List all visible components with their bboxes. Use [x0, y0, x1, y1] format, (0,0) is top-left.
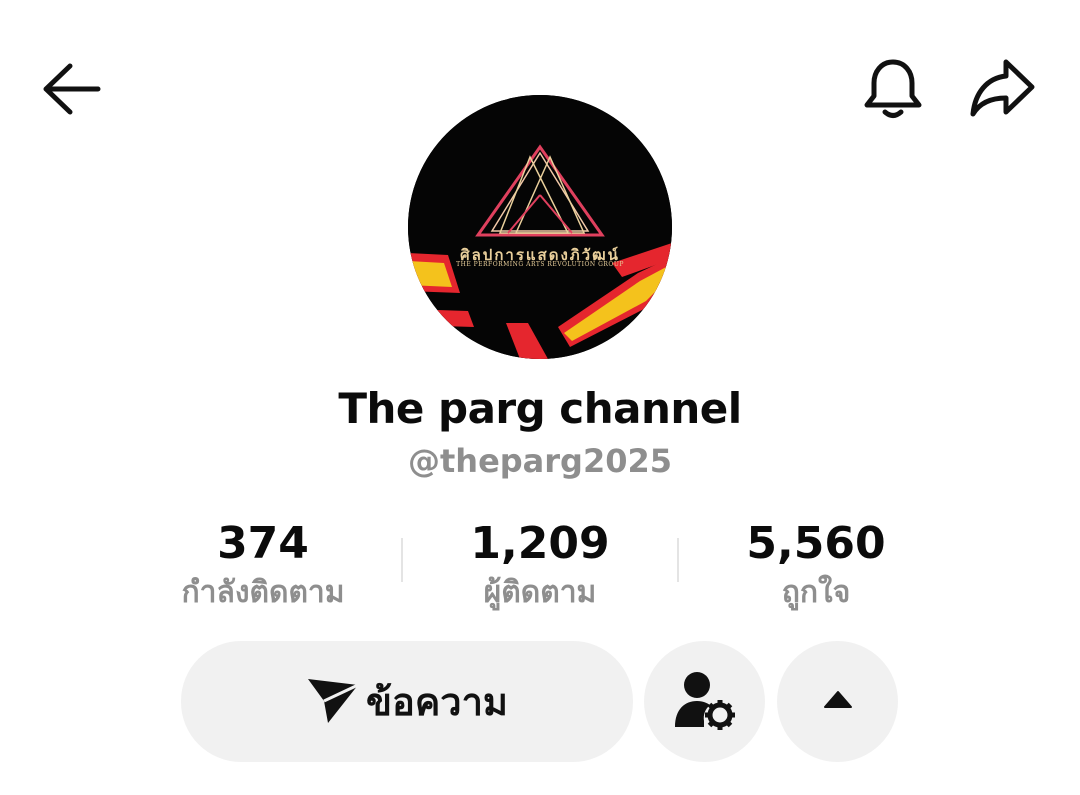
stat-divider: [401, 538, 403, 582]
message-button[interactable]: ข้อความ: [181, 641, 633, 762]
back-arrow-icon[interactable]: [40, 62, 104, 116]
followers-label: ผู้ติดตาม: [483, 575, 597, 610]
user-settings-icon: [673, 669, 737, 734]
username: @theparg2025: [407, 442, 673, 480]
display-name: The parg channel: [338, 384, 742, 433]
stat-likes[interactable]: 5,560 ถูกใจ: [686, 516, 946, 614]
bell-icon[interactable]: [862, 56, 924, 122]
likes-label: ถูกใจ: [781, 575, 851, 610]
profile-page: ศิลปการแสดงภิวัฒน์ THE PERFORMING ARTS R…: [0, 0, 1080, 795]
friend-settings-button[interactable]: [644, 641, 765, 762]
share-arrow-icon[interactable]: [968, 56, 1038, 118]
profile-avatar[interactable]: ศิลปการแสดงภิวัฒน์ THE PERFORMING ARTS R…: [408, 95, 672, 359]
following-label: กำลังติดตาม: [181, 575, 345, 610]
stat-divider: [677, 538, 679, 582]
stat-following[interactable]: 374 กำลังติดตาม: [133, 516, 393, 614]
caret-up-icon: [823, 690, 853, 713]
following-count: 374: [217, 518, 309, 569]
likes-count: 5,560: [746, 518, 886, 569]
followers-count: 1,209: [470, 518, 610, 569]
avatar-logo-graphic: [408, 95, 672, 359]
message-button-label: ข้อความ: [366, 680, 508, 724]
more-toggle-button[interactable]: [777, 641, 898, 762]
stat-followers[interactable]: 1,209 ผู้ติดตาม: [410, 516, 670, 614]
send-icon: [306, 675, 360, 728]
avatar-logo-english-text: THE PERFORMING ARTS REVOLUTION GROUP: [456, 261, 624, 268]
